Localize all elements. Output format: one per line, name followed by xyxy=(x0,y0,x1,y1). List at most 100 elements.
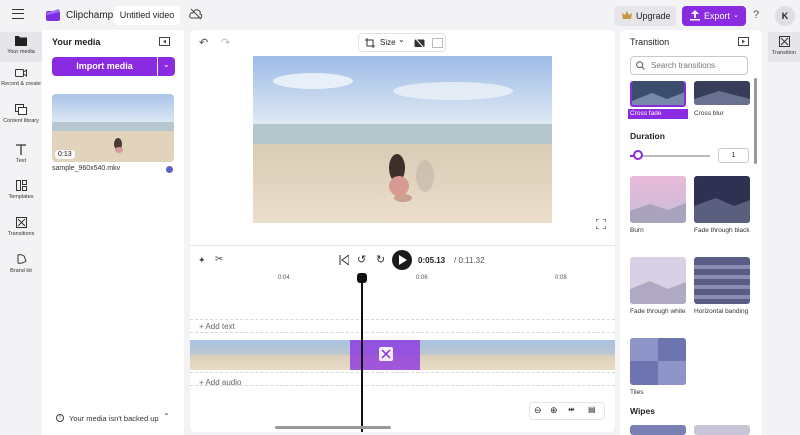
transition-card-burn[interactable] xyxy=(630,176,686,223)
library-icon xyxy=(15,104,27,115)
transition-tab-button[interactable] xyxy=(768,32,800,62)
forward-5s-icon[interactable]: ↻ xyxy=(376,253,385,266)
zoom-out-icon[interactable]: ⊖ xyxy=(534,405,542,416)
nav-label: Content library xyxy=(3,118,39,124)
camera-icon xyxy=(15,69,27,77)
nav-item-transitions[interactable]: Transitions xyxy=(0,217,42,241)
import-dropdown-button[interactable]: ⌄ xyxy=(158,57,175,76)
skip-back-icon[interactable] xyxy=(339,255,349,265)
audio-track[interactable] xyxy=(190,372,615,386)
brand-kit-icon xyxy=(17,254,27,264)
transition-card-fade-through-white[interactable] xyxy=(630,257,686,304)
burn-preview xyxy=(630,176,686,223)
chevron-up-icon[interactable]: ⌃ xyxy=(163,412,170,421)
duration-input[interactable]: 1 xyxy=(718,148,749,163)
magic-icon[interactable]: ✦ xyxy=(198,255,206,266)
brand-name: Clipchamp xyxy=(66,10,114,21)
ruler-tick-label: 0:06 xyxy=(416,275,428,281)
wipe-preview xyxy=(694,425,750,435)
rewind-5s-icon[interactable]: ↺ xyxy=(357,253,366,266)
expand-timeline-icon[interactable]: ▤ xyxy=(588,405,596,414)
import-media-button[interactable]: Import media xyxy=(52,57,157,76)
timeline-scrollbar[interactable] xyxy=(275,426,391,429)
help-icon[interactable]: ? xyxy=(753,9,759,21)
transition-card-horizontal-banding[interactable] xyxy=(694,257,750,304)
info-icon: ! xyxy=(56,414,64,422)
media-panel: Your media Import media ⌄ 0:13 sample_96… xyxy=(42,30,184,435)
add-audio-button[interactable]: + Add audio xyxy=(199,378,241,387)
play-button[interactable] xyxy=(392,250,412,270)
fullscreen-icon[interactable] xyxy=(596,219,606,229)
transition-card-cross-fade[interactable] xyxy=(630,81,686,107)
layout-icon[interactable] xyxy=(432,38,443,48)
nav-item-text[interactable]: Text xyxy=(0,144,42,166)
nav-item-brand-kit[interactable]: Brand kit xyxy=(0,254,42,278)
chevron-down-icon: ⌄ xyxy=(398,35,405,44)
media-file-name: sample_960x540.mkv xyxy=(52,165,121,172)
nav-label: Your media xyxy=(7,49,35,55)
preview-toolbar: Size ⌄ xyxy=(358,33,446,52)
crown-icon xyxy=(622,11,632,19)
backup-warning[interactable]: Your media isn't backed up xyxy=(69,414,159,423)
cross-blur-preview xyxy=(694,81,750,105)
nav-item-templates[interactable]: Templates xyxy=(0,180,42,204)
duration-label: Duration xyxy=(630,131,665,141)
zoom-in-icon[interactable]: ⊕ xyxy=(550,405,558,416)
menu-icon[interactable] xyxy=(12,9,24,19)
total-time: / 0:11.32 xyxy=(454,256,485,265)
fit-timeline-icon[interactable]: ⇹ xyxy=(568,405,575,414)
text-track[interactable] xyxy=(190,319,615,333)
wipe-preview xyxy=(630,425,686,435)
transition-label: Cross blur xyxy=(694,110,724,117)
redo-icon[interactable]: ↷ xyxy=(221,36,230,49)
media-panel-title: Your media xyxy=(52,37,101,47)
fade-white-preview xyxy=(630,257,686,304)
transition-panel-title: Transition xyxy=(630,37,670,47)
chevron-down-icon: ⌄ xyxy=(733,12,739,19)
clipchamp-logo xyxy=(46,9,60,21)
ruler-tick-label: 0:08 xyxy=(555,275,567,281)
video-preview[interactable] xyxy=(253,56,552,223)
nav-item-your-media[interactable]: Your media xyxy=(0,32,42,62)
transition-label: Tiles xyxy=(630,389,644,396)
nav-item-content-library[interactable]: Content library xyxy=(0,104,42,132)
fade-black-preview xyxy=(694,176,750,223)
panel-scrollbar[interactable] xyxy=(754,78,757,164)
search-transitions-input[interactable]: Search transitions xyxy=(630,56,748,75)
beach-preview-image xyxy=(253,56,552,223)
collapse-panel-icon[interactable] xyxy=(738,37,749,46)
transition-label: Horizontal banding xyxy=(694,308,749,315)
editor-center: ↶ ↷ Size ⌄ ✦ ✂ ↺ ↻ 0:05.13 / 0:11.32 0:0… xyxy=(190,30,615,432)
zoom-controls: ⊖ ⊕ ⇹ ▤ xyxy=(529,402,605,420)
project-title[interactable]: Untitled video xyxy=(114,6,180,25)
size-button[interactable]: Size xyxy=(380,38,396,47)
playhead-handle[interactable] xyxy=(357,273,367,283)
transitions-icon xyxy=(779,36,790,47)
avatar[interactable]: K xyxy=(775,6,795,26)
nav-item-record-create[interactable]: Record & create xyxy=(0,68,42,96)
undo-icon[interactable]: ↶ xyxy=(199,36,208,49)
duration-slider-handle[interactable] xyxy=(633,150,643,160)
nav-label: Transitions xyxy=(7,231,35,237)
transition-card-cross-blur[interactable] xyxy=(694,81,750,105)
crop-icon xyxy=(365,38,375,48)
transition-card-wipe[interactable] xyxy=(694,425,750,435)
video-track[interactable] xyxy=(190,340,615,370)
scissors-icon[interactable]: ✂ xyxy=(215,254,223,265)
templates-icon xyxy=(15,180,27,191)
playhead[interactable] xyxy=(361,273,363,432)
transition-card-wipe[interactable] xyxy=(630,425,686,435)
cloud-sync-icon[interactable] xyxy=(189,8,203,20)
ruler-tick-label: 0:04 xyxy=(278,275,290,281)
top-bar: Clipchamp Untitled video Upgrade Export ⌄… xyxy=(0,0,800,30)
transition-card-fade-through-black[interactable] xyxy=(694,176,750,223)
transition-label: Cross fade xyxy=(630,110,662,117)
tiles-preview xyxy=(630,338,686,385)
folder-icon xyxy=(15,36,27,46)
chevron-down-icon: ⌄ xyxy=(163,60,170,69)
cross-fade-preview xyxy=(632,81,684,105)
camera-off-icon[interactable] xyxy=(414,38,425,48)
collapse-panel-icon[interactable] xyxy=(159,37,170,46)
transition-card-tiles[interactable] xyxy=(630,338,686,385)
add-text-button[interactable]: + Add text xyxy=(199,322,235,331)
